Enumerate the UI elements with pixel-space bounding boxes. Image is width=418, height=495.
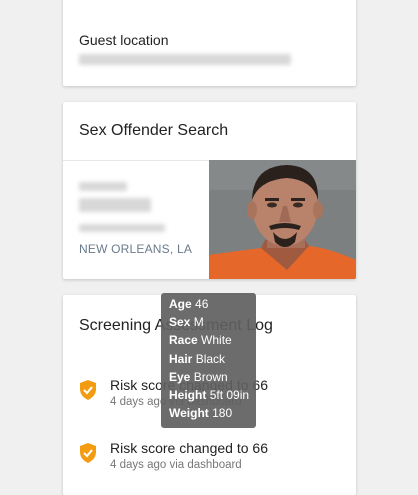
- sex-offender-title: Sex Offender Search: [79, 122, 229, 139]
- guest-location-card: Guest location: [63, 0, 356, 86]
- tooltip-key: Age: [169, 297, 192, 311]
- log-item-text: Risk score changed to 66: [110, 440, 268, 456]
- tooltip-key: Race: [169, 333, 198, 348]
- tooltip-key: Eye: [169, 369, 191, 384]
- tooltip-key: Hair: [169, 351, 193, 366]
- tooltip-value: 5ft 09in: [209, 388, 250, 403]
- tooltip-row-hair: Hair Black: [169, 350, 256, 368]
- offender-name-redacted: [79, 182, 127, 191]
- tooltip-row-eye: Eye Brown: [169, 368, 256, 386]
- tooltip-row-race: Race White: [169, 331, 256, 349]
- tooltip-row-weight: Weight 180: [169, 404, 256, 422]
- offender-city: NEW ORLEANS, LA: [79, 242, 193, 256]
- guest-location-label: Guest location: [79, 32, 169, 48]
- tooltip-value: Black: [195, 351, 226, 366]
- shield-check-icon: [80, 380, 96, 400]
- tooltip-key: Height: [169, 388, 207, 403]
- shield-check-icon: [80, 443, 96, 463]
- tooltip-key: Weight: [169, 406, 209, 421]
- offender-address-redacted: [79, 198, 151, 212]
- tooltip-value: White: [201, 333, 232, 348]
- tooltip-value: 180: [212, 406, 233, 421]
- tooltip-row-sex: Sex M: [169, 313, 256, 331]
- tooltip-value: 46: [195, 297, 209, 311]
- tooltip-value: M: [193, 315, 204, 330]
- tooltip-key: Sex: [169, 315, 191, 330]
- mugshot-photo-image: [209, 160, 356, 279]
- log-item-meta: 4 days ago via dashboard: [110, 459, 242, 471]
- guest-location-redacted: [79, 54, 291, 65]
- tooltip-value: Brown: [193, 369, 228, 384]
- offender-details-tooltip: Age 46 Sex M Race White Hair Black Eye B…: [161, 293, 256, 428]
- mugshot-photo[interactable]: [209, 160, 356, 279]
- sex-offender-card: Sex Offender Search NEW ORLEANS, LA: [63, 102, 356, 279]
- tooltip-row-age: Age 46: [169, 295, 256, 313]
- offender-street-redacted: [79, 224, 165, 232]
- tooltip-row-height: Height 5ft 09in: [169, 386, 256, 404]
